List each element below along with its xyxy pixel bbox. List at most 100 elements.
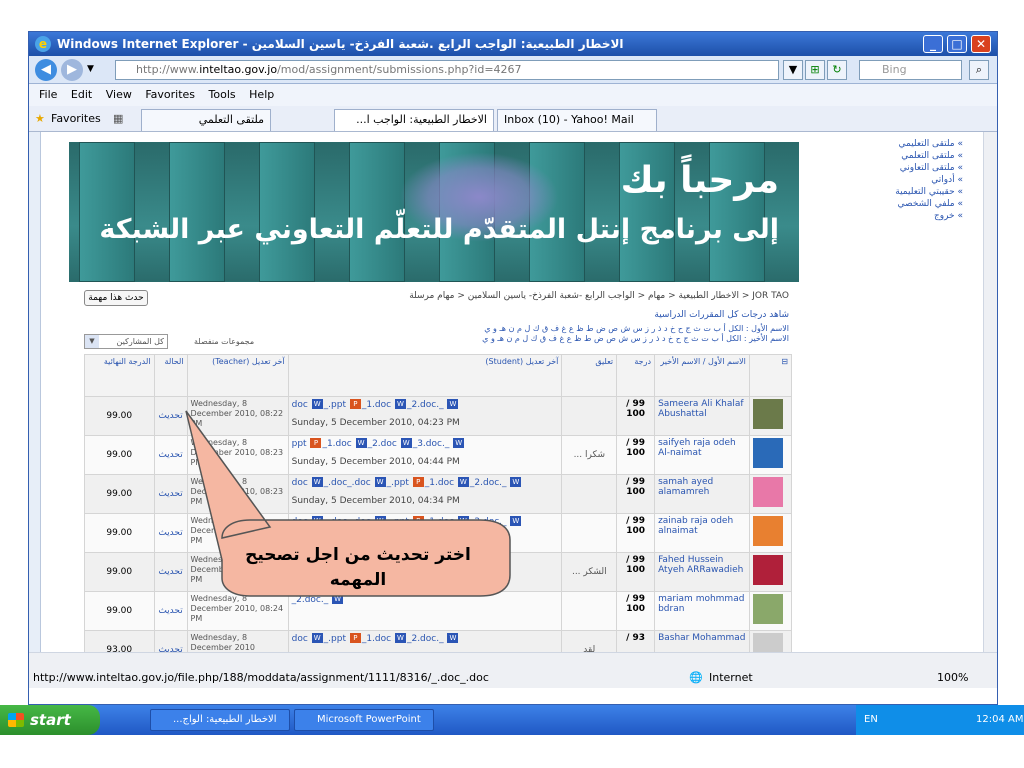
close-button[interactable]: ✕ <box>971 35 991 53</box>
tab-assignment[interactable]: الاخطار الطبيعية: الواجب ا... <box>334 109 494 131</box>
taskbar-powerpoint[interactable]: Microsoft PowerPoint ... <box>294 709 434 745</box>
menu-view[interactable]: View <box>106 88 132 101</box>
word-file-icon[interactable]: W <box>453 438 465 448</box>
word-file-icon[interactable]: W <box>311 516 323 526</box>
comment[interactable]: شكرا ... <box>561 435 618 475</box>
first-name-filter[interactable]: الاسم الأول : الكل أ ب ت ث ج ح خ د ذ ر ز… <box>389 324 789 334</box>
update-link[interactable]: تحديث <box>153 396 188 436</box>
view-grades-link[interactable]: شاهد درجات كل المقررات الدراسية <box>529 310 789 320</box>
quick-tabs-icon[interactable]: ▦ <box>113 112 123 125</box>
word-file-icon[interactable]: W <box>510 516 522 526</box>
grade-cell[interactable]: / 93 <box>616 630 656 652</box>
col-teacher[interactable]: آخر تعديل (Teacher) <box>186 354 289 397</box>
left-scrollbar[interactable] <box>29 132 41 652</box>
col-student[interactable]: آخر تعديل (Student) <box>287 354 563 397</box>
word-file-icon[interactable]: W <box>457 477 469 487</box>
zoom-level[interactable]: 100% <box>937 668 968 688</box>
comment[interactable]: الشكر ... <box>561 552 618 592</box>
last-name-filter[interactable]: الاسم الأخير : الكل أ ب ت ث ج ح خ د ذ ر … <box>389 334 789 344</box>
groups-select[interactable]: ▼ كل المشاركين <box>84 334 168 349</box>
word-file-icon[interactable]: W <box>332 594 344 604</box>
side-item[interactable]: » حقيبتي التعليمية <box>813 186 963 198</box>
update-link[interactable]: تحديث <box>153 630 188 652</box>
word-file-icon[interactable]: W <box>311 399 323 409</box>
menu-file[interactable]: File <box>39 88 57 101</box>
search-icon[interactable]: ⌕ <box>969 60 989 80</box>
update-link[interactable]: تحديث <box>153 474 188 514</box>
menu-help[interactable]: Help <box>249 88 274 101</box>
update-link[interactable]: تحديث <box>153 552 188 592</box>
language-indicator[interactable]: EN <box>864 705 878 735</box>
word-file-icon[interactable]: W <box>311 633 323 643</box>
ppt-file-icon[interactable]: P <box>349 399 361 409</box>
favorites-button[interactable]: Favorites <box>51 112 101 125</box>
side-item[interactable]: » ملتقى التعليمي <box>813 138 964 150</box>
url-input[interactable]: http://www.inteltao.gov.jo/mod/assignmen… <box>115 60 779 80</box>
update-assignment-button[interactable]: حدث هذا مهمة <box>84 290 148 306</box>
word-file-icon[interactable]: W <box>447 633 459 643</box>
student-name[interactable]: Sameera Ali Khalaf Abushattal <box>654 396 750 436</box>
side-item[interactable]: » ملتقى التعلمي <box>813 150 963 162</box>
avatar[interactable] <box>752 594 783 624</box>
col-status[interactable]: الحالة <box>153 354 188 397</box>
word-file-icon[interactable]: W <box>510 477 522 487</box>
update-link[interactable]: تحديث <box>153 591 188 631</box>
student-name[interactable]: samah ayed alamamreh <box>654 474 750 514</box>
student-name[interactable]: saifyeh raja odeh Al-naimat <box>654 435 750 475</box>
side-item[interactable]: » ملفي الشخصي <box>813 198 963 210</box>
search-input[interactable]: Bing <box>859 60 962 80</box>
vertical-scrollbar[interactable] <box>983 132 997 652</box>
side-item[interactable]: » خروج <box>813 210 963 222</box>
update-link[interactable]: تحديث <box>153 435 188 475</box>
minimize-button[interactable]: _ <box>923 35 943 53</box>
tab-multaqa[interactable]: ملتقى التعلمي <box>141 109 271 131</box>
avatar[interactable] <box>752 438 783 468</box>
col-grade[interactable]: درجة <box>616 354 656 397</box>
avatar[interactable] <box>752 555 783 585</box>
taskbar-ie[interactable]: الاخطار الطبيعية: الواج... <box>150 709 290 731</box>
ppt-file-icon[interactable]: P <box>310 438 322 448</box>
menu-favorites[interactable]: Favorites <box>145 88 195 101</box>
word-file-icon[interactable]: W <box>400 438 412 448</box>
word-file-icon[interactable]: W <box>394 633 406 643</box>
menu-edit[interactable]: Edit <box>71 88 92 101</box>
update-link[interactable]: تحديث <box>153 513 188 553</box>
word-file-icon[interactable]: W <box>447 399 459 409</box>
word-file-icon[interactable]: W <box>457 516 469 526</box>
menu-tools[interactable]: Tools <box>209 88 236 101</box>
grade-cell[interactable]: / 99 100 <box>616 396 656 436</box>
grade-cell[interactable]: / 99 100 <box>616 552 656 592</box>
side-item[interactable]: » ملتقى التعاوني <box>813 162 963 174</box>
word-file-icon[interactable]: W <box>311 477 323 487</box>
word-file-icon[interactable]: W <box>374 477 386 487</box>
ppt-file-icon[interactable]: P <box>349 633 361 643</box>
col-picture[interactable]: ⊟ <box>748 354 793 397</box>
grade-cell[interactable]: / 99 100 <box>616 591 656 631</box>
forward-button[interactable]: ▶ <box>61 59 83 81</box>
side-item[interactable]: » أدواتي <box>813 174 963 186</box>
comment[interactable] <box>561 591 618 631</box>
compat-icon[interactable]: ⊞ <box>805 60 825 80</box>
col-final[interactable]: الدرجة النهائية <box>84 354 155 397</box>
col-comment[interactable]: تعليق <box>561 354 618 397</box>
comment[interactable] <box>561 474 618 514</box>
grade-cell[interactable]: / 99 100 <box>616 435 656 475</box>
student-name[interactable]: zainab raja odeh alnaimat <box>654 513 750 553</box>
comment[interactable] <box>561 396 618 436</box>
stop-icon[interactable] <box>849 60 859 80</box>
url-dropdown-icon[interactable]: ▼ <box>783 60 803 80</box>
start-button[interactable]: start <box>0 705 100 735</box>
student-name[interactable]: mariam mohmmad bdran <box>654 591 750 631</box>
word-file-icon[interactable]: W <box>394 399 406 409</box>
maximize-button[interactable]: □ <box>947 35 967 53</box>
grade-cell[interactable]: / 99 100 <box>616 513 656 553</box>
avatar[interactable] <box>752 399 783 429</box>
refresh-icon[interactable]: ↻ <box>827 60 847 80</box>
horizontal-scrollbar[interactable] <box>29 652 997 668</box>
avatar[interactable] <box>752 633 783 652</box>
student-name[interactable]: Fahed Hussein Atyeh ARRawadieh <box>654 552 750 592</box>
history-dropdown-icon[interactable]: ▼ <box>87 64 94 74</box>
comment[interactable] <box>561 513 618 553</box>
comment[interactable]: لقد <box>561 630 618 652</box>
grade-cell[interactable]: / 99 100 <box>616 474 656 514</box>
